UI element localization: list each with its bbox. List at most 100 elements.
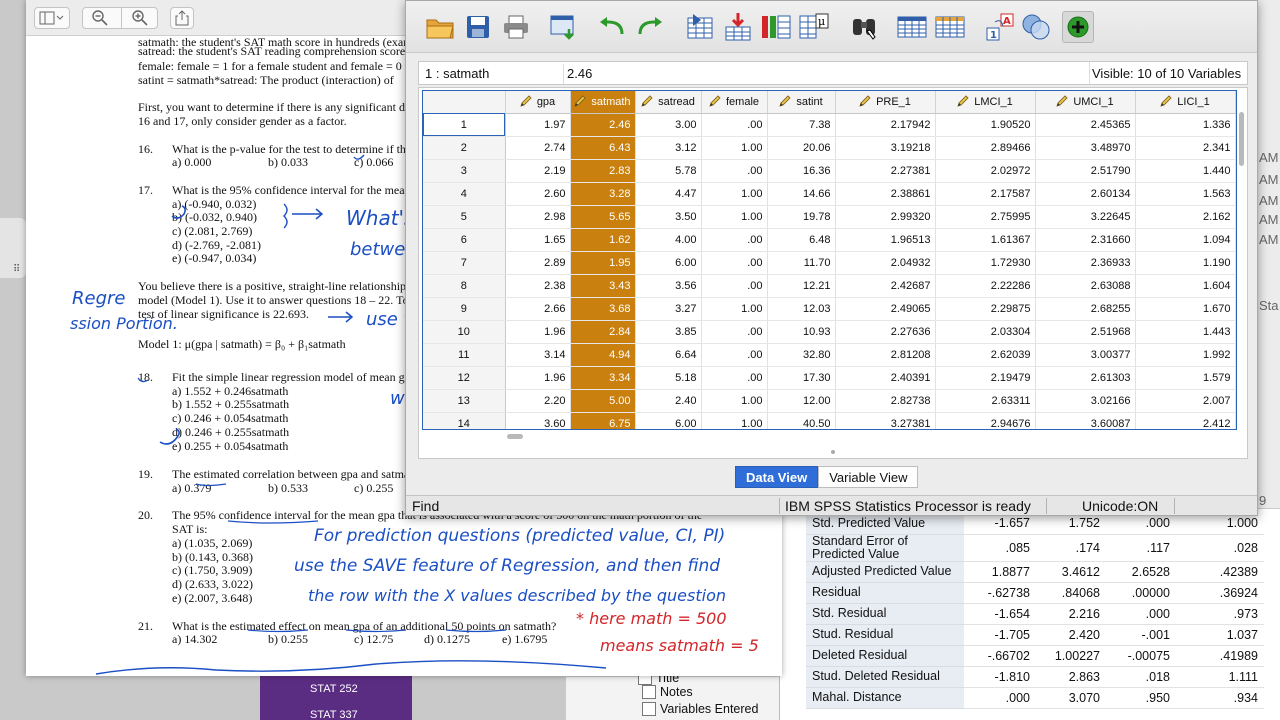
data-cell[interactable]: 4.00	[635, 228, 702, 252]
outline-item-notes[interactable]: Notes	[642, 685, 693, 699]
data-cell[interactable]: 3.34	[570, 366, 636, 390]
data-cell[interactable]: 1.96	[505, 320, 571, 344]
tab-data-view[interactable]: Data View	[735, 466, 819, 488]
data-cell[interactable]: 2.98	[505, 205, 571, 229]
data-cell[interactable]: 1.440	[1135, 159, 1236, 183]
data-cell[interactable]: 1.00	[701, 136, 768, 160]
column-header-female[interactable]: female	[701, 91, 768, 114]
data-cell[interactable]: 2.19	[505, 159, 571, 183]
data-cell[interactable]: 3.00	[635, 113, 702, 137]
data-cell[interactable]: 2.412	[1135, 412, 1236, 429]
row-number[interactable]: 12	[423, 366, 506, 390]
data-cell[interactable]: 2.27636	[835, 320, 936, 344]
data-cell[interactable]: 2.66	[505, 297, 571, 321]
data-cell[interactable]: 1.190	[1135, 251, 1236, 275]
use-sets-icon[interactable]	[1020, 11, 1052, 43]
data-cell[interactable]: 1.00	[701, 205, 768, 229]
data-cell[interactable]: 2.45365	[1035, 113, 1136, 137]
variables-icon[interactable]	[760, 11, 792, 43]
data-cell[interactable]: 1.96513	[835, 228, 936, 252]
data-cell[interactable]: 1.00	[701, 297, 768, 321]
data-cell[interactable]: 14.66	[767, 182, 836, 206]
row-number[interactable]: 6	[423, 228, 506, 252]
data-cell[interactable]: 6.00	[635, 412, 702, 429]
open-icon[interactable]	[424, 11, 456, 43]
data-cell[interactable]: 2.29875	[935, 297, 1036, 321]
data-cell[interactable]: 6.75	[570, 412, 636, 429]
data-cell[interactable]: 2.60	[505, 182, 571, 206]
row-number[interactable]: 3	[423, 159, 506, 183]
data-cell[interactable]: 1.95	[570, 251, 636, 275]
row-number[interactable]: 2	[423, 136, 506, 160]
data-cell[interactable]: 2.51790	[1035, 159, 1136, 183]
column-header-lici_1[interactable]: LICI_1	[1135, 91, 1236, 114]
data-cell[interactable]: 2.89	[505, 251, 571, 275]
data-cell[interactable]: 5.18	[635, 366, 702, 390]
column-header-satint[interactable]: satint	[767, 91, 836, 114]
data-cell[interactable]: 2.63311	[935, 389, 1036, 413]
redo-icon[interactable]	[634, 11, 666, 43]
value-labels-icon[interactable]: μ	[798, 11, 830, 43]
data-cell[interactable]: 1.604	[1135, 274, 1236, 298]
data-cell[interactable]: 40.50	[767, 412, 836, 429]
zoom-out-icon[interactable]	[91, 9, 109, 30]
data-cell[interactable]: 2.007	[1135, 389, 1236, 413]
data-cell[interactable]: 5.00	[570, 389, 636, 413]
data-cell[interactable]: 2.17942	[835, 113, 936, 137]
data-cell[interactable]: 12.03	[767, 297, 836, 321]
data-cell[interactable]: 2.63088	[1035, 274, 1136, 298]
data-cell[interactable]: 1.97	[505, 113, 571, 137]
data-cell[interactable]: 3.27	[635, 297, 702, 321]
data-cell[interactable]: .00	[701, 251, 768, 275]
data-cell[interactable]: 2.99320	[835, 205, 936, 229]
data-cell[interactable]: 11.70	[767, 251, 836, 275]
data-cell[interactable]: 7.38	[767, 113, 836, 137]
data-cell[interactable]: .00	[701, 366, 768, 390]
data-cell[interactable]: 2.04932	[835, 251, 936, 275]
data-cell[interactable]: 17.30	[767, 366, 836, 390]
row-number[interactable]: 8	[423, 274, 506, 298]
data-cell[interactable]: 4.47	[635, 182, 702, 206]
data-cell[interactable]: 2.89466	[935, 136, 1036, 160]
data-cell[interactable]: 3.48970	[1035, 136, 1136, 160]
data-cell[interactable]: 3.02166	[1035, 389, 1136, 413]
data-cell[interactable]: 1.443	[1135, 320, 1236, 344]
select-cases-icon[interactable]	[934, 11, 966, 43]
data-cell[interactable]: 6.00	[635, 251, 702, 275]
data-cell[interactable]: 2.49065	[835, 297, 936, 321]
column-header-satmath[interactable]: satmath	[570, 91, 636, 114]
data-cell[interactable]: .00	[701, 228, 768, 252]
data-cell[interactable]: 3.28	[570, 182, 636, 206]
row-number[interactable]: 5	[423, 205, 506, 229]
data-cell[interactable]: 2.68255	[1035, 297, 1136, 321]
sidebar-toggle-button[interactable]	[34, 7, 70, 29]
row-number[interactable]: 11	[423, 343, 506, 367]
data-cell[interactable]: 1.563	[1135, 182, 1236, 206]
data-cell[interactable]: 3.00377	[1035, 343, 1136, 367]
data-cell[interactable]: 2.341	[1135, 136, 1236, 160]
data-cell[interactable]: 2.82738	[835, 389, 936, 413]
data-cell[interactable]: 3.50	[635, 205, 702, 229]
data-cell[interactable]: 2.22286	[935, 274, 1036, 298]
data-cell[interactable]: 1.00	[701, 182, 768, 206]
data-cell[interactable]: 1.96	[505, 366, 571, 390]
column-header-gpa[interactable]: gpa	[505, 91, 571, 114]
vertical-scrollbar[interactable]	[1237, 90, 1245, 430]
data-cell[interactable]: 2.83	[570, 159, 636, 183]
data-cell[interactable]: 2.60134	[1035, 182, 1136, 206]
data-cell[interactable]: 1.094	[1135, 228, 1236, 252]
data-cell[interactable]: 2.94676	[935, 412, 1036, 429]
data-cell[interactable]: .00	[701, 343, 768, 367]
data-cell[interactable]: 2.162	[1135, 205, 1236, 229]
data-cell[interactable]: 2.36933	[1035, 251, 1136, 275]
data-cell[interactable]: 12.00	[767, 389, 836, 413]
find-label[interactable]: Find	[412, 498, 439, 514]
tab-variable-view[interactable]: Variable View	[818, 466, 919, 488]
data-cell[interactable]: 6.43	[570, 136, 636, 160]
data-cell[interactable]: 2.20	[505, 389, 571, 413]
split-file-icon[interactable]	[896, 11, 928, 43]
resize-handle[interactable]	[831, 450, 835, 454]
data-cell[interactable]: 2.19479	[935, 366, 1036, 390]
cell-value-input[interactable]: 2.46	[567, 66, 592, 81]
data-cell[interactable]: 1.336	[1135, 113, 1236, 137]
